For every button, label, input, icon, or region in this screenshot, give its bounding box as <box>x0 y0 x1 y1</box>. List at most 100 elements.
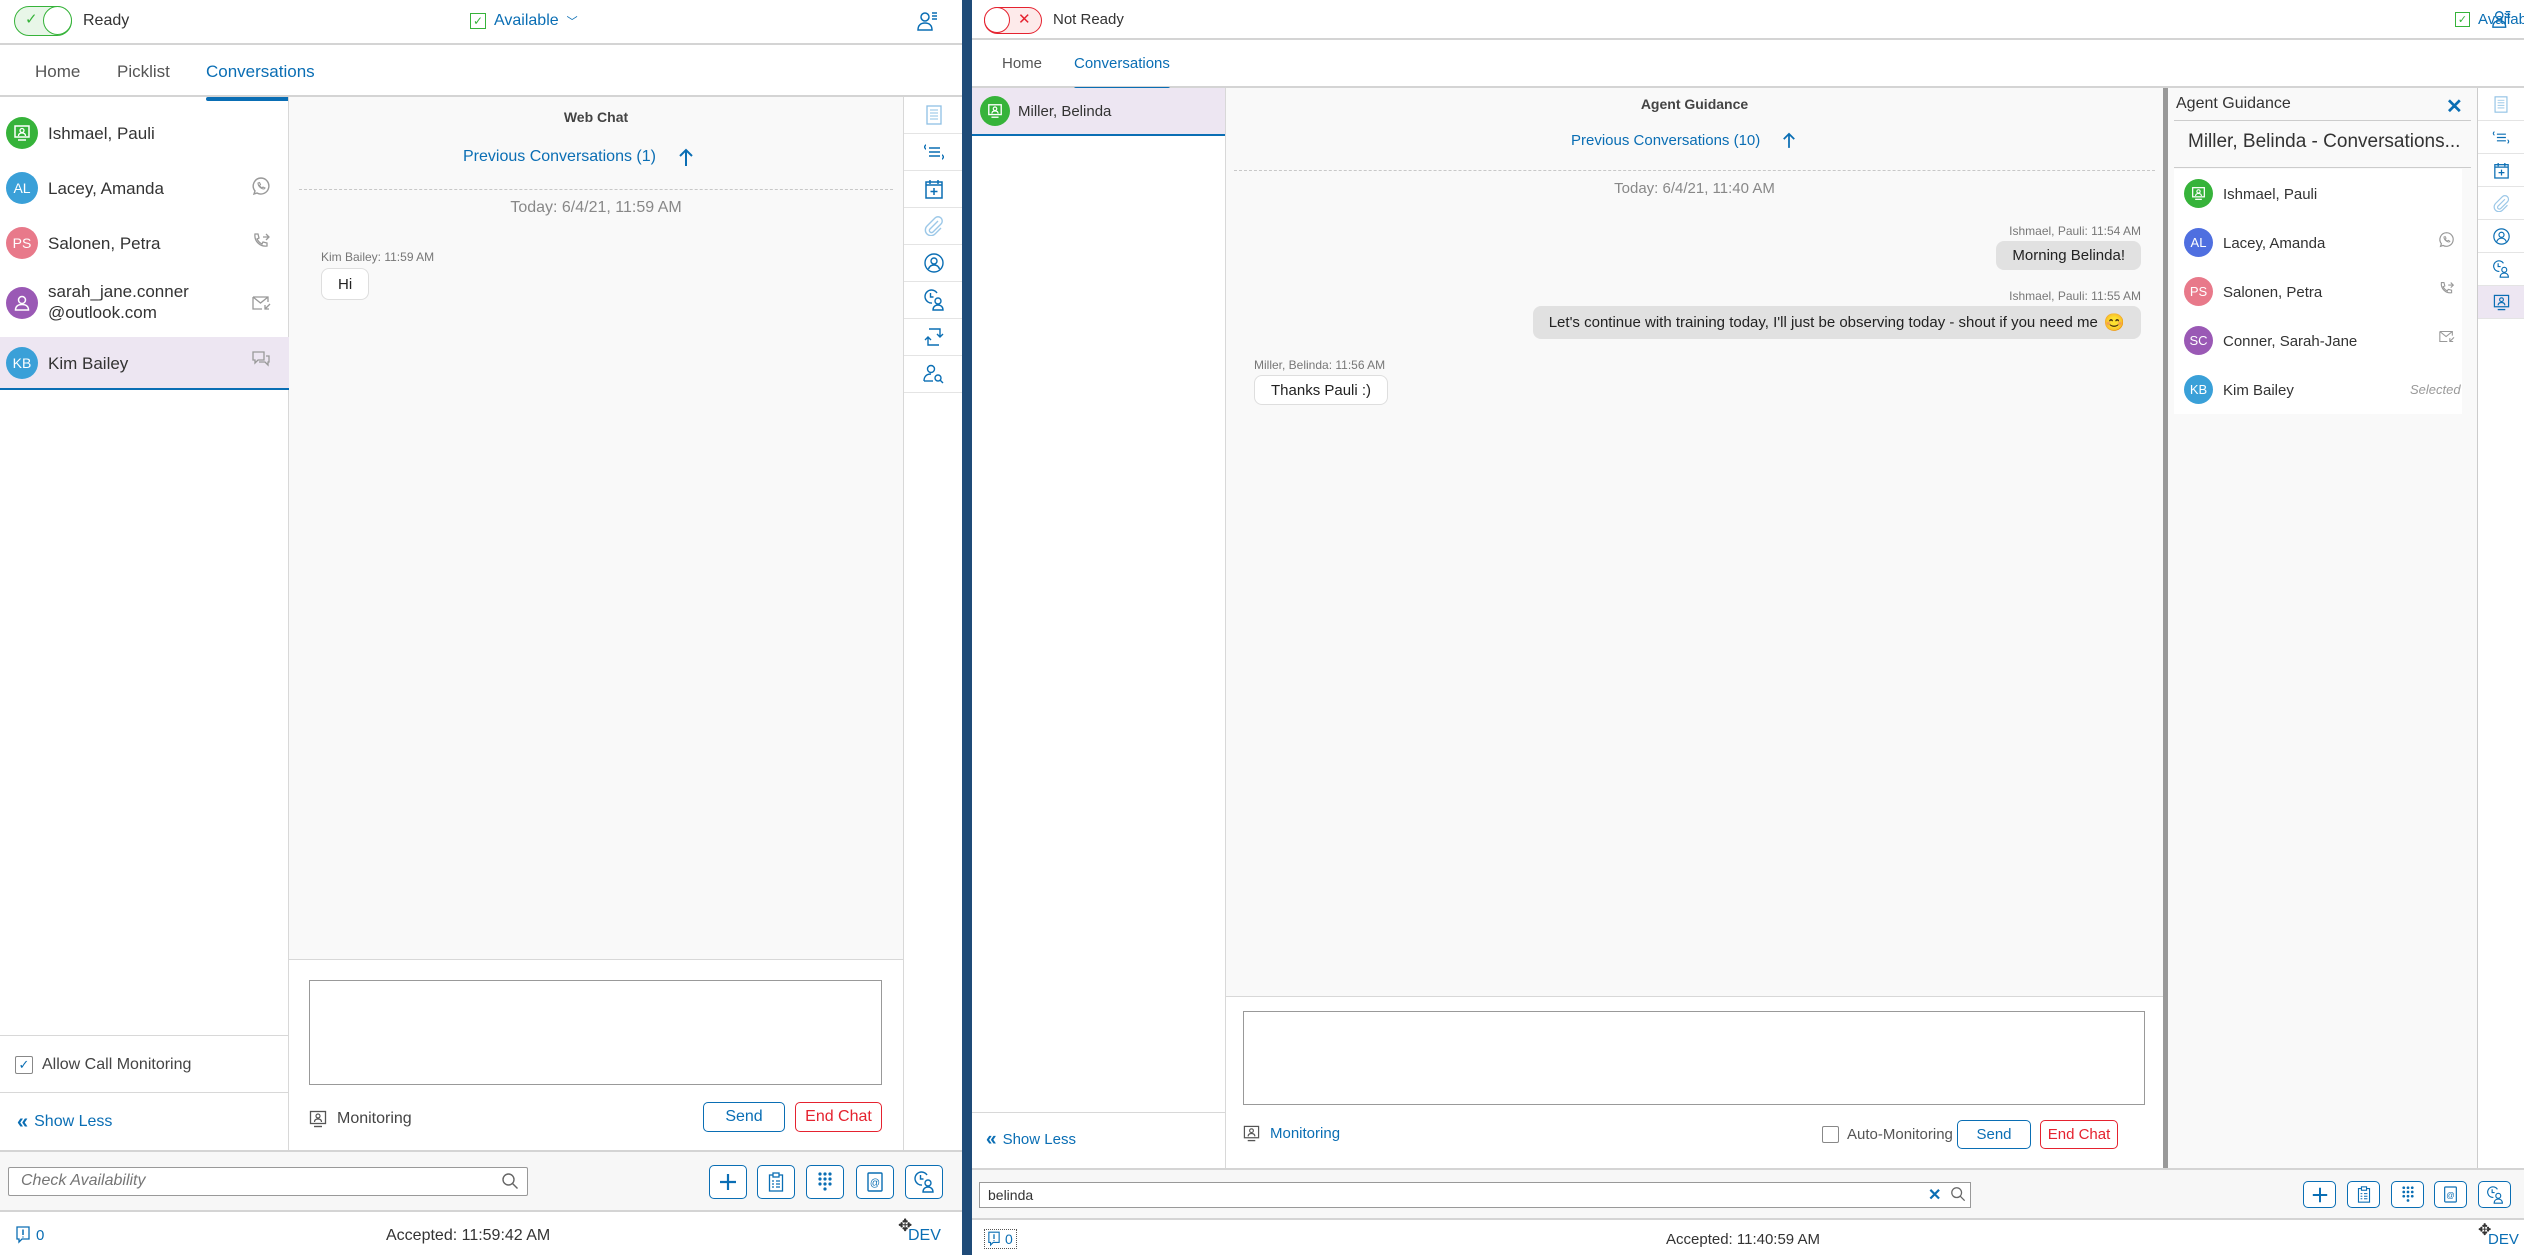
conversation-name: Lacey, Amanda <box>48 179 164 198</box>
previous-conversations-link[interactable]: Previous Conversations (1) <box>463 147 694 167</box>
auto-monitoring-option[interactable]: Auto-Monitoring <box>1822 1126 1953 1143</box>
rail-history-button[interactable] <box>2478 253 2524 286</box>
address-book-icon: @ <box>867 1172 883 1192</box>
address-book-button[interactable]: @ <box>2434 1181 2467 1208</box>
clipboard-button[interactable] <box>757 1165 795 1199</box>
history-button[interactable] <box>2478 1181 2511 1208</box>
guidance-list-item[interactable]: PS Salonen, Petra <box>2174 267 2462 316</box>
right-agent-app: ✕ Not Ready ✓ Available ﹀ Home Conversat… <box>972 0 2524 1255</box>
viber-call-icon <box>251 176 271 196</box>
rail-script-button[interactable] <box>2478 121 2524 154</box>
conversation-item[interactable]: PS Salonen, Petra <box>0 217 289 269</box>
search-icon[interactable] <box>1950 1186 1966 1202</box>
guidance-item-name: Kim Bailey <box>2223 382 2294 399</box>
check-availability-input[interactable] <box>9 1168 479 1194</box>
rail-calendar-add-button[interactable] <box>2478 154 2524 187</box>
x-icon: ✕ <box>1018 11 1031 28</box>
show-less-link[interactable]: « Show Less <box>17 1112 112 1132</box>
agent-menu-icon[interactable] <box>917 10 939 32</box>
clipboard-button[interactable] <box>2347 1181 2380 1208</box>
not-ready-toggle[interactable]: ✕ <box>984 7 1042 34</box>
auto-monitoring-checkbox[interactable] <box>1822 1126 1839 1143</box>
avatar: PS <box>6 227 38 259</box>
rail-history-button[interactable] <box>904 282 963 319</box>
add-button[interactable] <box>709 1165 747 1199</box>
history-button[interactable] <box>905 1165 943 1199</box>
search-field[interactable]: ✕ <box>979 1182 1971 1208</box>
add-button[interactable] <box>2303 1181 2336 1208</box>
status-footer: 0 Accepted: 11:40:59 AM ✥ DEV <box>972 1220 2524 1255</box>
chat-input[interactable] <box>1243 1011 2145 1105</box>
message-bubble: Hi <box>321 268 370 300</box>
message-meta: Ishmael, Pauli: 11:54 AM <box>2009 224 2141 238</box>
user-icon <box>14 295 30 311</box>
dialpad-button[interactable] <box>806 1165 844 1199</box>
availability-dropdown[interactable]: ✓ Available ﹀ <box>470 12 578 30</box>
rail-user-search-button[interactable] <box>904 356 963 393</box>
conversation-item-selected[interactable]: KB Kim Bailey <box>0 337 289 390</box>
allow-call-monitoring-checkbox[interactable]: ✓ <box>15 1056 33 1074</box>
address-book-button[interactable]: @ <box>856 1165 894 1199</box>
agent-menu-icon[interactable] <box>2492 9 2512 29</box>
rail-contact-button[interactable] <box>904 245 963 282</box>
rail-calendar-add-button[interactable] <box>904 171 963 208</box>
send-button[interactable]: Send <box>1957 1120 2031 1149</box>
chat-panel: Web Chat Previous Conversations (1) Toda… <box>289 97 903 959</box>
main-tabs: Home Conversations <box>972 40 2524 91</box>
previous-conversations-link[interactable]: Previous Conversations (10) <box>1571 131 1796 149</box>
conversation-item[interactable]: AL Lacey, Amanda <box>0 162 289 214</box>
panel-divider[interactable] <box>962 0 972 1255</box>
date-divider: Today: 6/4/21, 11:59 AM <box>510 199 682 216</box>
conversation-list: Miller, Belinda <box>972 88 1226 1112</box>
tab-home[interactable]: Home <box>35 62 80 82</box>
send-button[interactable]: Send <box>703 1102 785 1132</box>
rail-agent-guidance-button[interactable] <box>2478 286 2524 319</box>
monitoring-toggle[interactable]: Monitoring <box>1243 1125 1340 1142</box>
chat-composer: Monitoring Auto-Monitoring Send End Chat <box>1226 996 2163 1168</box>
guidance-list-item[interactable]: AL Lacey, Amanda <box>2174 218 2462 267</box>
tab-picklist[interactable]: Picklist <box>117 62 170 82</box>
end-chat-button[interactable]: End Chat <box>2040 1120 2118 1149</box>
date-divider: Today: 6/4/21, 11:40 AM <box>1614 180 1775 197</box>
rail-transfer-button[interactable] <box>904 319 963 356</box>
close-icon[interactable]: ✕ <box>2446 94 2463 119</box>
guidance-subtitle: Miller, Belinda - Conversations... <box>2188 131 2461 152</box>
clear-icon[interactable]: ✕ <box>1928 1185 1941 1205</box>
chat-input[interactable] <box>309 980 882 1085</box>
tab-conversations[interactable]: Conversations <box>1074 55 1170 91</box>
guidance-list-item[interactable]: SC Conner, Sarah-Jane <box>2174 316 2462 365</box>
message-text: Let's continue with training today, I'll… <box>1548 314 2098 331</box>
rail-script-button[interactable] <box>904 134 963 171</box>
env-label: DEV <box>908 1227 941 1244</box>
calendar-add-icon <box>2493 162 2509 179</box>
rail-attachment-button[interactable] <box>904 208 963 245</box>
conversation-item-selected[interactable]: Miller, Belinda <box>972 88 1225 136</box>
alerts-indicator[interactable]: 0 <box>16 1226 44 1244</box>
guidance-title: Agent Guidance <box>2176 95 2291 112</box>
guidance-list-item[interactable]: Ishmael, Pauli <box>2174 169 2462 218</box>
avatar: KB <box>6 347 38 379</box>
conversation-item[interactable]: sarah_jane.conner @outlook.com <box>0 272 289 334</box>
email-incoming-icon <box>251 294 271 312</box>
tab-home[interactable]: Home <box>1002 55 1042 72</box>
rail-contact-button[interactable] <box>2478 220 2524 253</box>
rail-notes-button[interactable] <box>904 97 963 134</box>
rail-attachment-button[interactable] <box>2478 187 2524 220</box>
availability-dropdown[interactable]: ✓ Available ﹀ <box>2455 11 2524 28</box>
search-icon[interactable] <box>501 1172 519 1190</box>
check-availability-search[interactable] <box>8 1167 528 1196</box>
ready-toggle[interactable]: ✓ <box>14 6 72 36</box>
rail-notes-button[interactable] <box>2478 88 2524 121</box>
alerts-indicator[interactable]: 0 <box>984 1229 1017 1249</box>
monitor-user-icon <box>988 104 1002 118</box>
search-input[interactable] <box>980 1183 1880 1207</box>
smiley-emoji-icon: 😊 <box>2103 312 2125 332</box>
monitor-user-icon <box>2192 187 2205 200</box>
show-less-link[interactable]: « Show Less <box>986 1130 1076 1149</box>
guidance-list-item[interactable]: KB Kim Bailey Selected <box>2174 365 2462 414</box>
conversation-item[interactable]: Ishmael, Pauli <box>0 107 289 159</box>
monitor-user-icon <box>1243 1125 1260 1142</box>
tab-conversations[interactable]: Conversations <box>206 62 315 101</box>
end-chat-button[interactable]: End Chat <box>795 1102 882 1132</box>
dialpad-button[interactable] <box>2391 1181 2424 1208</box>
